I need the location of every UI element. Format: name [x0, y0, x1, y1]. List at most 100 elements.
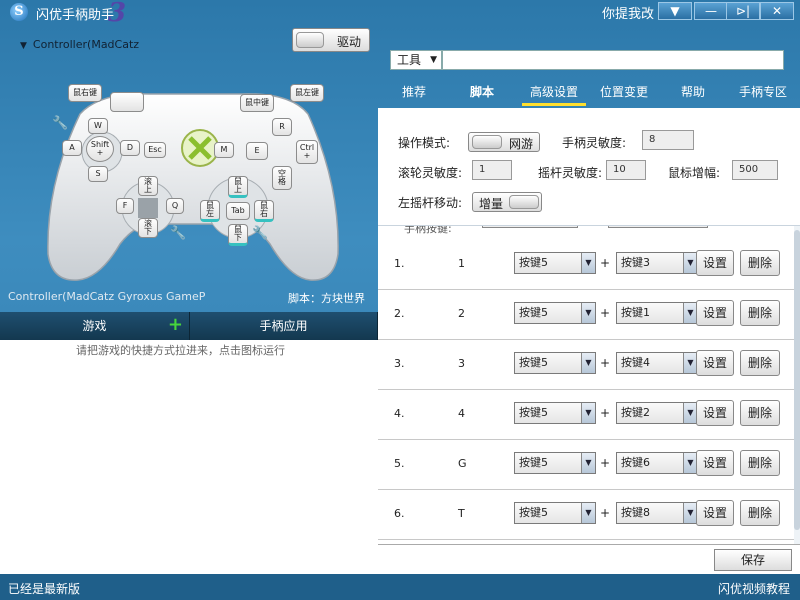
mouse-gain-input[interactable]: 500: [732, 160, 778, 180]
mode-toggle[interactable]: 网游: [468, 132, 540, 152]
key-r[interactable]: R: [272, 118, 292, 136]
mapping-row: 4. 4 按键5 ▼ + 按键2 ▼ 设置 删除: [378, 390, 794, 440]
delete-button[interactable]: 删除: [740, 250, 780, 276]
key-m[interactable]: M: [214, 142, 234, 158]
key-scroll-down[interactable]: 滚 下: [138, 218, 158, 238]
wrench-icon-left-stick[interactable]: 🔧: [170, 226, 186, 241]
key-mouse-left[interactable]: 鼠 左: [200, 200, 220, 222]
button-select-a[interactable]: 按键5 ▼: [514, 352, 596, 374]
driver-label: 驱动: [337, 35, 362, 49]
rt-button[interactable]: 鼠左键: [290, 84, 324, 102]
button-select-a[interactable]: 按键5 ▼: [514, 402, 596, 424]
set-button[interactable]: 设置: [696, 400, 734, 426]
add-icon[interactable]: +: [168, 311, 183, 339]
button-select-b[interactable]: 按键1 ▼: [616, 302, 698, 324]
set-button[interactable]: 设置: [696, 350, 734, 376]
key-w[interactable]: W: [88, 118, 108, 134]
tab-recommend[interactable]: 推荐: [402, 83, 426, 100]
toggle-knob: [296, 32, 324, 48]
feedback-link[interactable]: 你提我改: [602, 3, 654, 22]
tab-position[interactable]: 位置变更: [600, 83, 648, 100]
wrench-icon-right-stick[interactable]: 🔧: [252, 226, 268, 241]
button-select-a[interactable]: 按键5 ▼: [514, 452, 596, 474]
plus-sign: +: [600, 306, 611, 320]
delete-button[interactable]: 删除: [740, 450, 780, 476]
triangle-down-icon: ▼: [683, 453, 697, 473]
minimize-button[interactable]: —: [694, 2, 728, 20]
key-e[interactable]: E: [246, 142, 268, 160]
sensitivity-input[interactable]: 8: [642, 130, 694, 150]
left-stick-toggle[interactable]: 增量: [472, 192, 542, 212]
rb-button[interactable]: 鼠中键: [240, 94, 274, 112]
stick-sensitivity-input[interactable]: 10: [606, 160, 646, 180]
set-button[interactable]: 设置: [696, 500, 734, 526]
tab-advanced[interactable]: 高级设置: [522, 83, 587, 106]
delete-button[interactable]: 删除: [740, 400, 780, 426]
delete-button[interactable]: 删除: [740, 350, 780, 376]
button-select-b[interactable]: 按键6 ▼: [616, 452, 698, 474]
set-button[interactable]: 设置: [696, 450, 734, 476]
button-select-a[interactable]: 按键5 ▼: [514, 252, 596, 274]
key-s[interactable]: S: [88, 166, 108, 182]
wrench-icon[interactable]: 🔧: [52, 116, 68, 131]
tools-dropdown[interactable]: 工具 ▼: [390, 50, 442, 70]
driver-toggle[interactable]: 驱动: [292, 28, 370, 52]
key-ctrl[interactable]: Ctrl +: [296, 140, 318, 164]
key-q[interactable]: Q: [166, 198, 184, 214]
key-mouse-down[interactable]: 鼠 下: [228, 224, 248, 246]
delete-button[interactable]: 删除: [740, 500, 780, 526]
key-scroll-up[interactable]: 滚 上: [138, 176, 158, 196]
mapping-header-partial: 手柄按键:: [378, 226, 794, 235]
delete-button[interactable]: 删除: [740, 300, 780, 326]
right-panel: 工具 ▼ 推荐 脚本 高级设置 位置变更 帮助 手柄专区 操作模式: 网游 手柄灵…: [378, 24, 800, 574]
key-d[interactable]: D: [120, 140, 140, 156]
path-input[interactable]: [442, 50, 784, 70]
wheel-sensitivity-input[interactable]: 1: [472, 160, 512, 180]
triangle-down-icon: ▼: [581, 453, 595, 473]
set-button[interactable]: 设置: [696, 300, 734, 326]
button-select-b[interactable]: 按键3 ▼: [616, 252, 698, 274]
tab-gamepad-apps[interactable]: 手柄应用: [190, 312, 378, 340]
key-space[interactable]: 空 格: [272, 166, 292, 190]
triangle-down-icon: ▼: [581, 353, 595, 373]
save-button[interactable]: 保存: [714, 549, 792, 571]
gamepad-body: [47, 93, 339, 281]
key-shift[interactable]: Shift +: [86, 136, 114, 162]
toggle-knob: [509, 195, 539, 209]
app-logo-icon: S: [10, 3, 28, 21]
lb-button[interactable]: 鼠右键: [68, 84, 102, 102]
tab-script[interactable]: 脚本: [470, 83, 494, 100]
key-mouse-up[interactable]: 鼠 上: [228, 176, 248, 198]
key-esc[interactable]: Esc: [144, 142, 166, 158]
button-select-b[interactable]: 按键8 ▼: [616, 502, 698, 524]
video-tutorial-link[interactable]: 闪优视频教程: [718, 580, 790, 597]
plus-sign: +: [600, 406, 611, 420]
button-select-a[interactable]: 按键5 ▼: [514, 502, 596, 524]
controller-name: Controller(MadCatz Gyroxus GameP: [8, 290, 206, 303]
button-select-b[interactable]: 按键2 ▼: [616, 402, 698, 424]
tab-help[interactable]: 帮助: [681, 83, 705, 100]
header-select-partial: [608, 226, 708, 228]
mini-mode-button[interactable]: ⊳|: [726, 2, 760, 20]
key-f[interactable]: F: [116, 198, 134, 214]
key-tab[interactable]: Tab: [226, 202, 250, 220]
stick-sensitivity-label: 摇杆灵敏度:: [538, 166, 603, 180]
tab-gamepad-zone[interactable]: 手柄专区: [739, 83, 787, 100]
lb-blank-button[interactable]: [110, 92, 144, 112]
button-select-b[interactable]: 按键4 ▼: [616, 352, 698, 374]
close-button[interactable]: ✕: [760, 2, 794, 20]
dropdown-menu-button[interactable]: ▼: [658, 2, 692, 20]
key-mapping-list: 手柄按键: 1. 1 按键5 ▼ + 按键3 ▼ 设置 删除 2. 2 按键5 ▼ + …: [378, 226, 794, 544]
scrollbar-thumb[interactable]: [794, 230, 800, 530]
tab-games[interactable]: 游戏 +: [0, 312, 190, 340]
app-title: 闪优手柄助手: [36, 8, 115, 23]
button-select-a[interactable]: 按键5 ▼: [514, 302, 596, 324]
key-mouse-right[interactable]: 鼠 右: [254, 200, 274, 222]
controller-select[interactable]: ▼ Controller(MadCatz: [20, 38, 139, 51]
game-list[interactable]: 请把游戏的快捷方式拉进来，点击图标运行: [0, 340, 378, 574]
key-a[interactable]: A: [62, 140, 82, 156]
row-key: T: [458, 507, 465, 520]
scrollbar[interactable]: [794, 226, 800, 544]
set-button[interactable]: 设置: [696, 250, 734, 276]
status-bar: 已经是最新版 闪优视频教程: [0, 574, 800, 600]
